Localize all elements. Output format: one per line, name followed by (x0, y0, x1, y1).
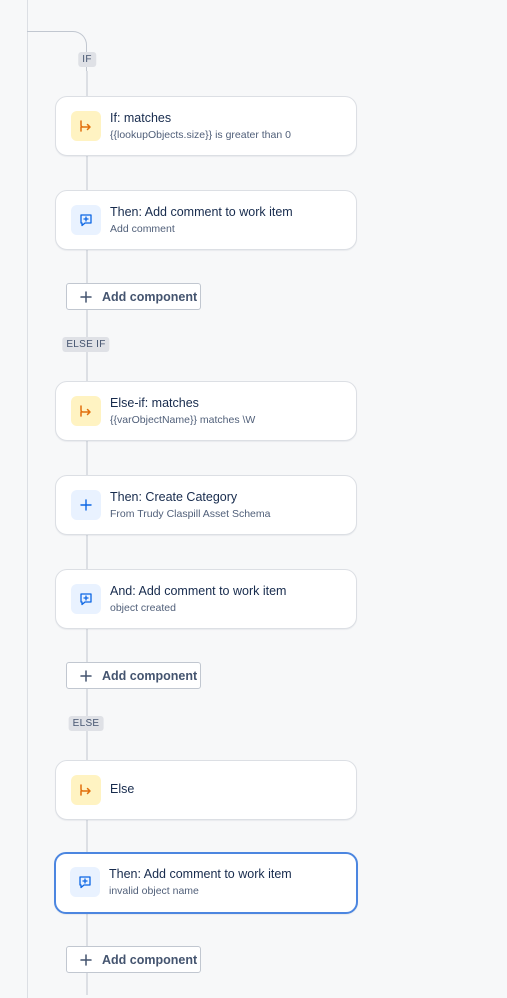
card-title: And: Add comment to work item (110, 584, 287, 598)
card-title: Else-if: matches (110, 396, 199, 410)
add-comment-action-card-selected[interactable]: Then: Add comment to work item invalid o… (54, 852, 358, 914)
comment-add-icon (71, 205, 101, 235)
card-title: Else (110, 782, 135, 796)
comment-add-icon (71, 584, 101, 614)
add-component-label: Add component (102, 668, 198, 683)
else-if-condition-card[interactable]: Else-if: matches {{varObjectName}} match… (55, 381, 357, 441)
else-condition-card[interactable]: Else (55, 760, 357, 820)
card-subtitle: Add comment (110, 223, 175, 235)
add-comment-action-card[interactable]: And: Add comment to work item object cre… (55, 569, 357, 629)
card-title: Then: Add comment to work item (109, 867, 292, 881)
comment-add-icon (70, 867, 100, 897)
add-component-label: Add component (102, 289, 198, 304)
card-title: If: matches (110, 111, 172, 125)
card-subtitle: {{lookupObjects.size}} is greater than 0 (110, 129, 291, 141)
plus-icon (80, 290, 92, 303)
card-subtitle: From Trudy Claspill Asset Schema (110, 508, 271, 520)
add-component-button[interactable]: Add component (66, 662, 201, 689)
card-title: Then: Add comment to work item (110, 205, 293, 219)
plus-icon (71, 490, 101, 520)
card-subtitle: {{varObjectName}} matches \W (110, 414, 256, 426)
if-condition-card[interactable]: If: matches {{lookupObjects.size}} is gr… (55, 96, 357, 156)
card-title: Then: Create Category (110, 490, 238, 504)
card-subtitle: object created (110, 602, 176, 614)
else-branch-label: ELSE (68, 716, 104, 731)
if-branch-label: IF (78, 52, 96, 67)
plus-icon (80, 669, 92, 682)
add-component-button[interactable]: Add component (66, 946, 201, 973)
outer-connector-line (27, 0, 28, 998)
branch-icon (71, 111, 101, 141)
add-component-button[interactable]: Add component (66, 283, 201, 310)
add-comment-action-card[interactable]: Then: Add comment to work item Add comme… (55, 190, 357, 250)
plus-icon (80, 953, 92, 966)
add-component-label: Add component (102, 952, 198, 967)
else-if-branch-label: ELSE IF (62, 337, 110, 352)
create-category-action-card[interactable]: Then: Create Category From Trudy Claspil… (55, 475, 357, 535)
branch-icon (71, 396, 101, 426)
card-subtitle: invalid object name (109, 885, 199, 897)
branch-icon (71, 775, 101, 805)
